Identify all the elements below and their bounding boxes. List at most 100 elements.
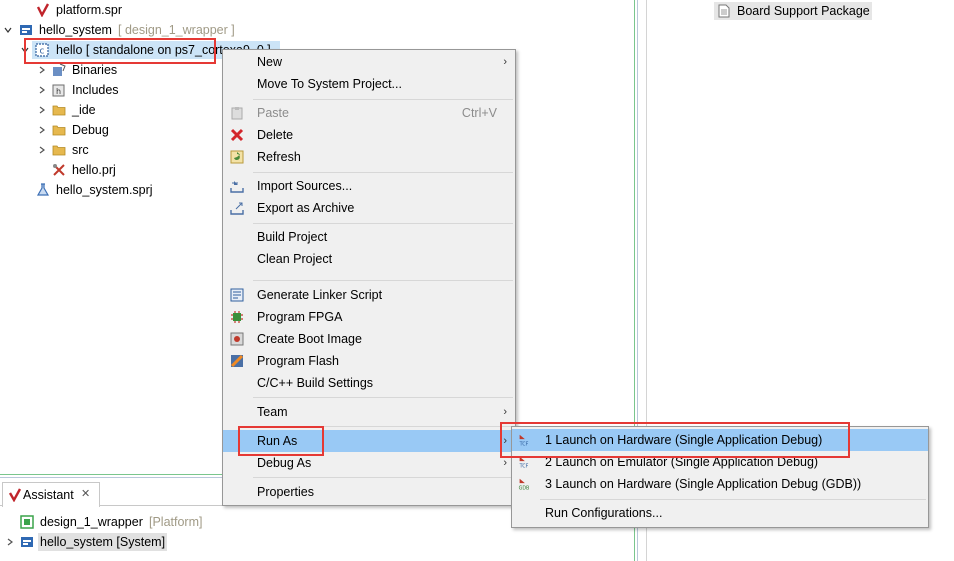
boot-image-icon	[230, 332, 244, 346]
chevron-right-icon[interactable]	[38, 66, 46, 74]
flask-icon	[36, 183, 50, 196]
chevron-right-icon[interactable]	[38, 126, 46, 134]
tree-item-src[interactable]: src	[0, 140, 200, 160]
tree-item-platform-spr[interactable]: platform.spr	[0, 0, 220, 20]
tab-label: Assistant	[23, 488, 74, 502]
menu-item-build-project[interactable]: Build Project	[223, 226, 515, 248]
tree-label: hello_system.sprj	[56, 183, 153, 197]
tree-item-hello-prj[interactable]: hello.prj	[0, 160, 200, 180]
assistant-item-hello-system[interactable]: hello_system [System]	[0, 532, 230, 552]
refresh-icon	[230, 150, 244, 164]
menu-label: C/C++ Build Settings	[257, 376, 374, 390]
folder-icon	[52, 145, 66, 156]
menu-item-clean-project[interactable]: Clean Project	[223, 248, 515, 270]
menu-item-build-settings[interactable]: C/C++ Build Settings	[223, 372, 515, 394]
tree-label: hello_system	[39, 23, 112, 37]
menu-label: Generate Linker Script	[257, 288, 383, 302]
folder-icon	[52, 125, 66, 136]
menu-separator	[253, 397, 513, 398]
menu-item-export-archive[interactable]: Export as Archive	[223, 197, 515, 219]
svg-text:h: h	[56, 87, 61, 96]
tree-item-hello-system[interactable]: hello_system [ design_1_wrapper ]	[0, 20, 260, 40]
menu-item-program-flash[interactable]: Program Flash	[223, 350, 515, 372]
gdb-launch-icon: GDB	[519, 478, 529, 491]
chevron-right-icon[interactable]	[6, 538, 14, 546]
chevron-right-icon: ›	[503, 56, 507, 68]
platform-file-icon	[36, 3, 50, 17]
menu-shortcut: Ctrl+V	[461, 106, 497, 120]
menu-label: Delete	[257, 128, 294, 142]
menu-label: 3 Launch on Hardware (Single Application…	[545, 477, 862, 491]
menu-label: Team	[257, 405, 288, 419]
chevron-down-icon[interactable]	[4, 26, 12, 34]
menu-item-refresh[interactable]: Refresh	[223, 146, 515, 168]
tree-item-ide[interactable]: _ide	[0, 100, 200, 120]
tree-label: platform.spr	[56, 3, 122, 17]
menu-item-properties[interactable]: Properties	[223, 481, 515, 503]
menu-label: Create Boot Image	[257, 332, 362, 346]
tree-label: Binaries	[72, 63, 118, 77]
includes-icon: h	[52, 84, 65, 97]
tree-label: Debug	[72, 123, 109, 137]
menu-separator	[253, 223, 513, 224]
platform-icon	[20, 515, 34, 529]
tree-item-debug[interactable]: Debug	[0, 120, 200, 140]
tab-assistant[interactable]: Assistant ✕	[2, 482, 100, 507]
menu-item-move-to-system[interactable]: Move To System Project...	[223, 73, 515, 95]
delete-icon	[230, 128, 244, 142]
menu-label: Program Flash	[257, 354, 339, 368]
tree-item-binaries[interactable]: Binaries	[0, 60, 200, 80]
menu-label: Refresh	[257, 150, 301, 164]
chevron-right-icon[interactable]	[38, 86, 46, 94]
close-icon[interactable]: ✕	[81, 486, 90, 502]
assistant-label: hello_system [System]	[38, 533, 168, 551]
menu-item-team[interactable]: Team ›	[223, 401, 515, 423]
annotation-box-launch-hardware	[500, 422, 850, 458]
chevron-right-icon[interactable]	[38, 106, 46, 114]
export-icon	[230, 202, 244, 215]
menu-item-create-boot[interactable]: Create Boot Image	[223, 328, 515, 350]
tree-label: src	[72, 143, 89, 157]
document-icon	[718, 4, 730, 18]
menu-item-generate-linker[interactable]: Generate Linker Script	[223, 284, 515, 306]
menu-item-program-fpga[interactable]: Program FPGA	[223, 306, 515, 328]
paste-icon	[231, 107, 243, 120]
menu-separator	[253, 99, 513, 100]
menu-separator	[253, 477, 513, 478]
tree-item-hello-system-sprj[interactable]: hello_system.sprj	[0, 180, 200, 200]
menu-label: Clean Project	[257, 252, 333, 266]
flash-icon	[230, 354, 244, 368]
import-icon	[230, 181, 244, 193]
bsp-item[interactable]: Board Support Package	[714, 2, 872, 20]
bsp-label: Board Support Package	[737, 4, 870, 18]
menu-label: Import Sources...	[257, 179, 353, 193]
menu-item-delete[interactable]: Delete	[223, 124, 515, 146]
panel-border	[0, 474, 223, 475]
tree-suffix: [ design_1_wrapper ]	[118, 23, 235, 37]
tools-file-icon	[53, 164, 65, 176]
menu-label: Export as Archive	[257, 201, 355, 215]
assistant-label: design_1_wrapper	[40, 515, 143, 529]
system-project-icon	[21, 537, 33, 547]
folder-icon	[52, 105, 66, 116]
binaries-icon	[53, 63, 66, 76]
chevron-right-icon[interactable]	[38, 146, 46, 154]
menu-item-paste[interactable]: Paste Ctrl+V	[223, 102, 515, 124]
submenu-item-launch-gdb[interactable]: GDB 3 Launch on Hardware (Single Applica…	[512, 473, 928, 495]
menu-item-import-sources[interactable]: Import Sources...	[223, 175, 515, 197]
tree-label: hello.prj	[72, 163, 116, 177]
menu-label: Run Configurations...	[545, 506, 663, 520]
menu-label: Build Project	[257, 230, 328, 244]
submenu-item-run-configurations[interactable]: Run Configurations...	[512, 502, 928, 524]
menu-separator	[253, 172, 513, 173]
menu-label: Program FPGA	[257, 310, 343, 324]
tree-item-includes[interactable]: h Includes	[0, 80, 200, 100]
system-project-icon	[20, 25, 32, 35]
menu-item-new[interactable]: New ›	[223, 51, 515, 73]
menu-label: New	[257, 55, 283, 69]
assistant-item-design-wrapper[interactable]: design_1_wrapper [Platform]	[0, 512, 230, 532]
annotation-box-run-as	[238, 426, 324, 456]
panel-border	[0, 477, 223, 478]
linker-script-icon	[230, 288, 244, 302]
svg-text:TCF: TCF	[519, 464, 529, 469]
